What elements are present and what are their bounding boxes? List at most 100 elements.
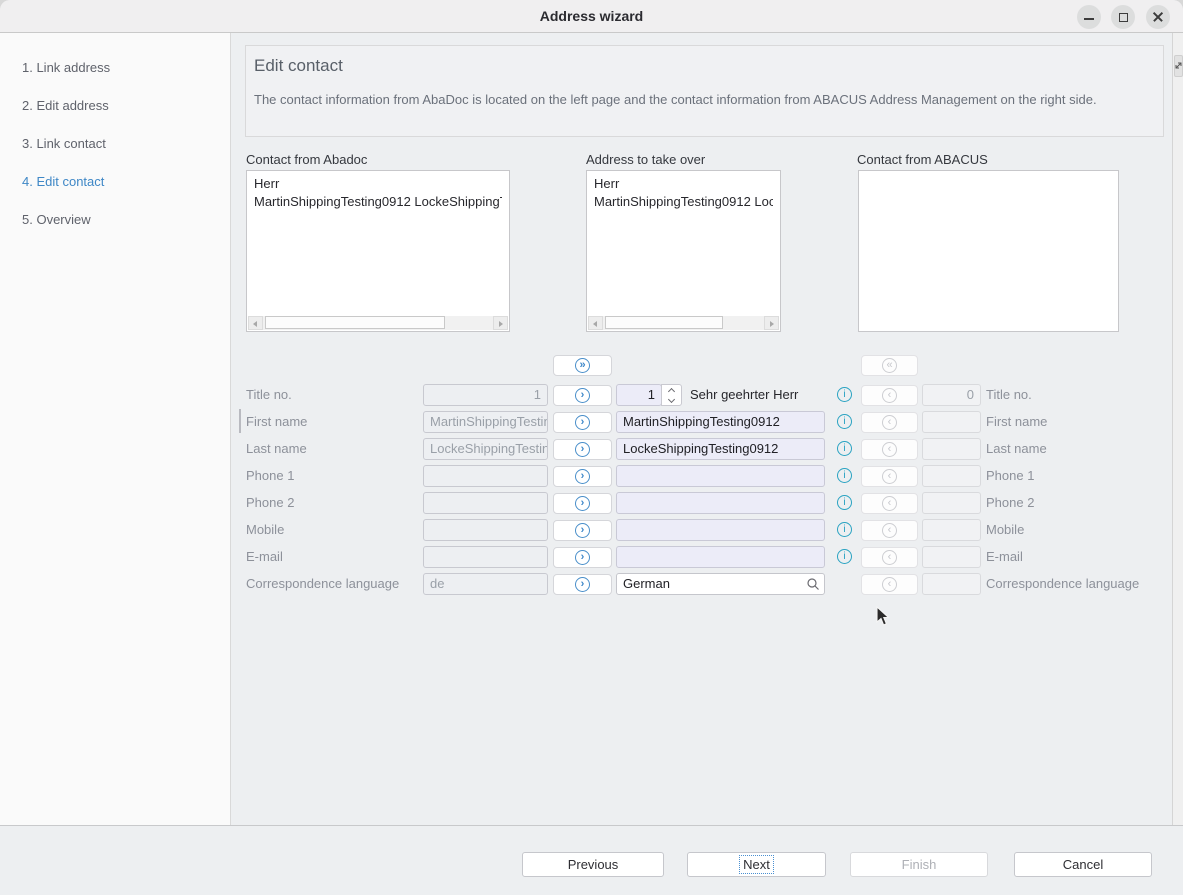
scroll-right-arrow[interactable]	[493, 316, 508, 330]
page-title: Edit contact	[254, 56, 343, 76]
transfer-right-button[interactable]: ›	[553, 412, 612, 433]
scrollbar-thumb[interactable]	[265, 316, 445, 329]
contact-from-abacus-panel[interactable]	[858, 170, 1119, 332]
previous-button[interactable]: Previous	[522, 852, 664, 877]
step-link-address[interactable]: 1. Link address	[22, 60, 110, 75]
close-button[interactable]	[1146, 5, 1170, 29]
titlebar: Address wizard	[0, 0, 1183, 33]
info-icon[interactable]: i	[837, 468, 852, 483]
abadoc-phone2-field	[423, 492, 548, 514]
title-no-input[interactable]: 1	[616, 384, 662, 406]
step-edit-contact[interactable]: 4. Edit contact	[22, 174, 104, 189]
form-row-first-name: First name MartinShippingTesting0912 › M…	[0, 411, 1183, 433]
address-wizard-window: Address wizard 1. Link address 2. Edit a…	[0, 0, 1183, 895]
step-link-contact[interactable]: 3. Link contact	[22, 136, 106, 151]
chevron-left-circle-icon: ‹	[882, 415, 897, 430]
language-lookup-input[interactable]: German	[616, 573, 825, 595]
field-label: Correspondence language	[246, 573, 418, 595]
spinner-up-button[interactable]	[662, 385, 683, 396]
abadoc-horizontal-scrollbar[interactable]	[248, 316, 508, 330]
mobile-input[interactable]	[616, 519, 825, 541]
chevron-right-circle-icon: ›	[575, 577, 590, 592]
scroll-right-arrow[interactable]	[764, 316, 779, 330]
chevron-right-circle-icon: ›	[575, 415, 590, 430]
transfer-left-button: ‹	[861, 385, 918, 406]
transfer-right-button[interactable]: ›	[553, 547, 612, 568]
form-row-last-name: Last name LockeShippingTesting0912 › Loc…	[0, 438, 1183, 460]
form-row-mobile: Mobile › i ‹ Mobile	[0, 519, 1183, 541]
first-name-input[interactable]: MartinShippingTesting0912	[616, 411, 825, 433]
chevron-up-icon	[668, 388, 675, 395]
info-icon[interactable]: i	[837, 549, 852, 564]
transfer-left-button: ‹	[861, 466, 918, 487]
abadoc-line-name: MartinShippingTesting0912 LockeShippingT…	[254, 193, 502, 211]
info-icon[interactable]: i	[837, 495, 852, 510]
info-icon[interactable]: i	[837, 387, 852, 402]
abacus-email-field	[922, 546, 981, 568]
field-label-right: Phone 2	[986, 492, 1034, 514]
field-label: Mobile	[246, 519, 418, 541]
transfer-left-button: ‹	[861, 439, 918, 460]
form-row-phone1: Phone 1 › i ‹ Phone 1	[0, 465, 1183, 487]
field-label-right: Correspondence language	[986, 573, 1139, 595]
chevron-left-circle-icon: ‹	[882, 550, 897, 565]
abadoc-email-field	[423, 546, 548, 568]
transfer-right-button[interactable]: ›	[553, 493, 612, 514]
field-label: Title no.	[246, 384, 418, 406]
email-input[interactable]	[616, 546, 825, 568]
info-icon[interactable]: i	[837, 522, 852, 537]
transfer-all-right-button[interactable]: »	[553, 355, 612, 376]
abadoc-language-field: de	[423, 573, 548, 595]
scrollbar-thumb[interactable]	[605, 316, 723, 329]
info-icon[interactable]: i	[837, 414, 852, 429]
last-name-input[interactable]: LockeShippingTesting0912	[616, 438, 825, 460]
field-label: Last name	[246, 438, 418, 460]
abacus-first-name-field	[922, 411, 981, 433]
abacus-mobile-field	[922, 519, 981, 541]
chevron-down-icon	[668, 396, 675, 403]
panel-label-abacus: Contact from ABACUS	[857, 152, 988, 167]
abacus-phone2-field	[922, 492, 981, 514]
transfer-right-button[interactable]: ›	[553, 574, 612, 595]
search-icon[interactable]	[806, 577, 820, 591]
abacus-last-name-field	[922, 438, 981, 460]
next-button[interactable]: Next	[687, 852, 826, 877]
scroll-indicator-button[interactable]	[1174, 55, 1183, 77]
field-label-right: First name	[986, 411, 1047, 433]
phone2-input[interactable]	[616, 492, 825, 514]
chevron-right-circle-icon: ›	[575, 550, 590, 565]
title-no-spinner	[661, 384, 682, 406]
transfer-right-button[interactable]: ›	[553, 466, 612, 487]
field-label: Phone 1	[246, 465, 418, 487]
transfer-right-button[interactable]: ›	[553, 439, 612, 460]
info-icon[interactable]: i	[837, 441, 852, 456]
step-edit-address[interactable]: 2. Edit address	[22, 98, 109, 113]
phone1-input[interactable]	[616, 465, 825, 487]
contact-from-abadoc-panel[interactable]: Herr MartinShippingTesting0912 LockeShip…	[246, 170, 510, 332]
footer: Previous Next Finish Cancel	[0, 826, 1183, 895]
takeover-line-name: MartinShippingTesting0912 LockeShippingT…	[594, 193, 773, 211]
form-row-title-no: Title no. 1 › 1 Sehr geehrter Herr i ‹ 0…	[0, 384, 1183, 406]
mouse-cursor	[876, 606, 892, 628]
abadoc-phone1-field	[423, 465, 548, 487]
chevron-right-circle-icon: ›	[575, 496, 590, 511]
transfer-left-button: ‹	[861, 547, 918, 568]
step-overview[interactable]: 5. Overview	[22, 212, 91, 227]
scroll-left-arrow[interactable]	[588, 316, 603, 330]
spinner-down-button[interactable]	[662, 396, 683, 407]
maximize-button[interactable]	[1111, 5, 1135, 29]
scroll-left-arrow[interactable]	[248, 316, 263, 330]
minimize-button[interactable]	[1077, 5, 1101, 29]
page-header: Edit contact The contact information fro…	[245, 45, 1164, 137]
transfer-right-button[interactable]: ›	[553, 385, 612, 406]
abadoc-last-name-field: LockeShippingTesting0912	[423, 438, 548, 460]
chevron-left-circle-icon: ‹	[882, 442, 897, 457]
transfer-left-button: ‹	[861, 520, 918, 541]
transfer-right-button[interactable]: ›	[553, 520, 612, 541]
cancel-button[interactable]: Cancel	[1014, 852, 1152, 877]
panel-label-abadoc: Contact from Abadoc	[246, 152, 367, 167]
chevron-left-circle-icon: ‹	[882, 577, 897, 592]
chevron-right-circle-icon: ›	[575, 388, 590, 403]
takeover-horizontal-scrollbar[interactable]	[588, 316, 779, 330]
address-to-take-over-panel[interactable]: Herr MartinShippingTesting0912 LockeShip…	[586, 170, 781, 332]
